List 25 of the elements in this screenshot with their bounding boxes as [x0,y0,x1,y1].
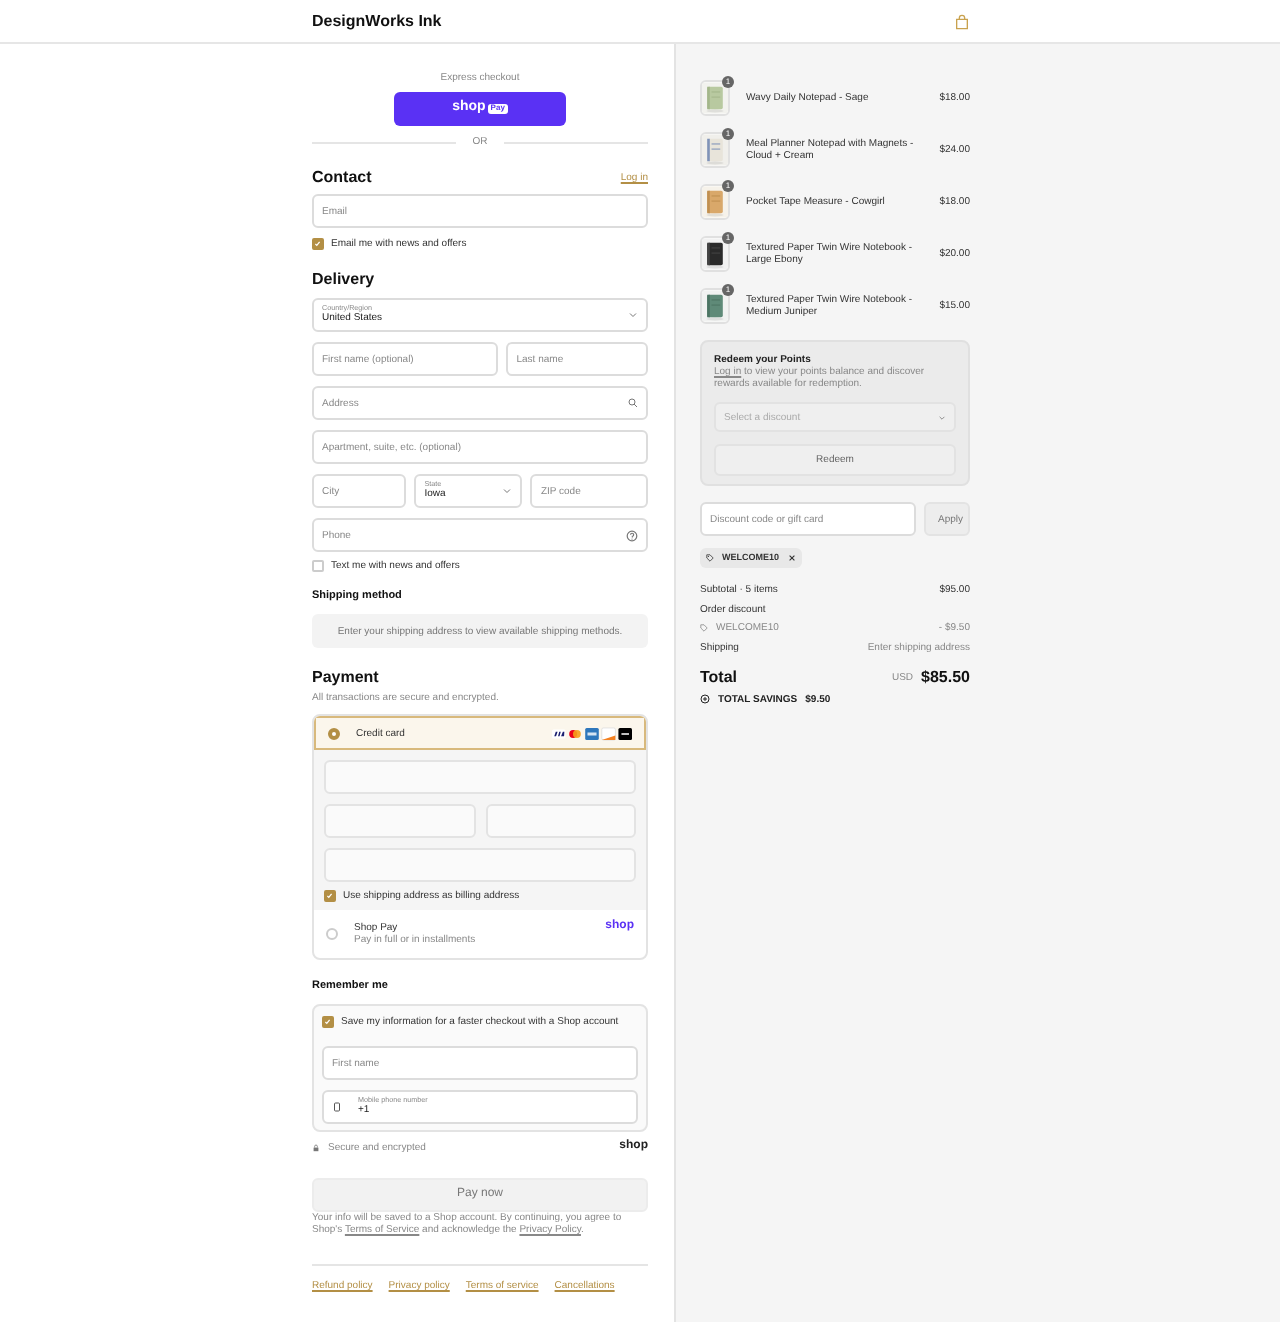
checkbox[interactable] [312,238,323,250]
tag-icon [706,554,714,562]
total-label: Total [700,668,738,688]
bag-icon [954,13,970,29]
search-icon [628,398,638,408]
checkbox[interactable] [322,1016,333,1028]
section-heading: Payment [312,668,381,688]
checkbox[interactable] [324,890,335,902]
savings-icon [700,694,710,705]
caret-icon [628,310,638,320]
section-heading: Contact [312,168,372,188]
card-brands-icon [552,725,632,741]
checkbox[interactable] [312,560,323,572]
close-icon [787,554,796,562]
lock-icon [312,1144,320,1152]
caret-icon [502,486,513,496]
total-amount: $85.50 [921,668,970,688]
radio-button[interactable] [328,727,340,739]
store-logo[interactable]: DesignWorks Ink [312,11,442,31]
radio-button[interactable] [326,928,338,940]
phone-icon [332,1102,342,1112]
caret-icon [938,413,946,421]
help-icon [626,529,638,541]
section-heading: Delivery [312,270,377,290]
tag-icon [700,624,708,632]
